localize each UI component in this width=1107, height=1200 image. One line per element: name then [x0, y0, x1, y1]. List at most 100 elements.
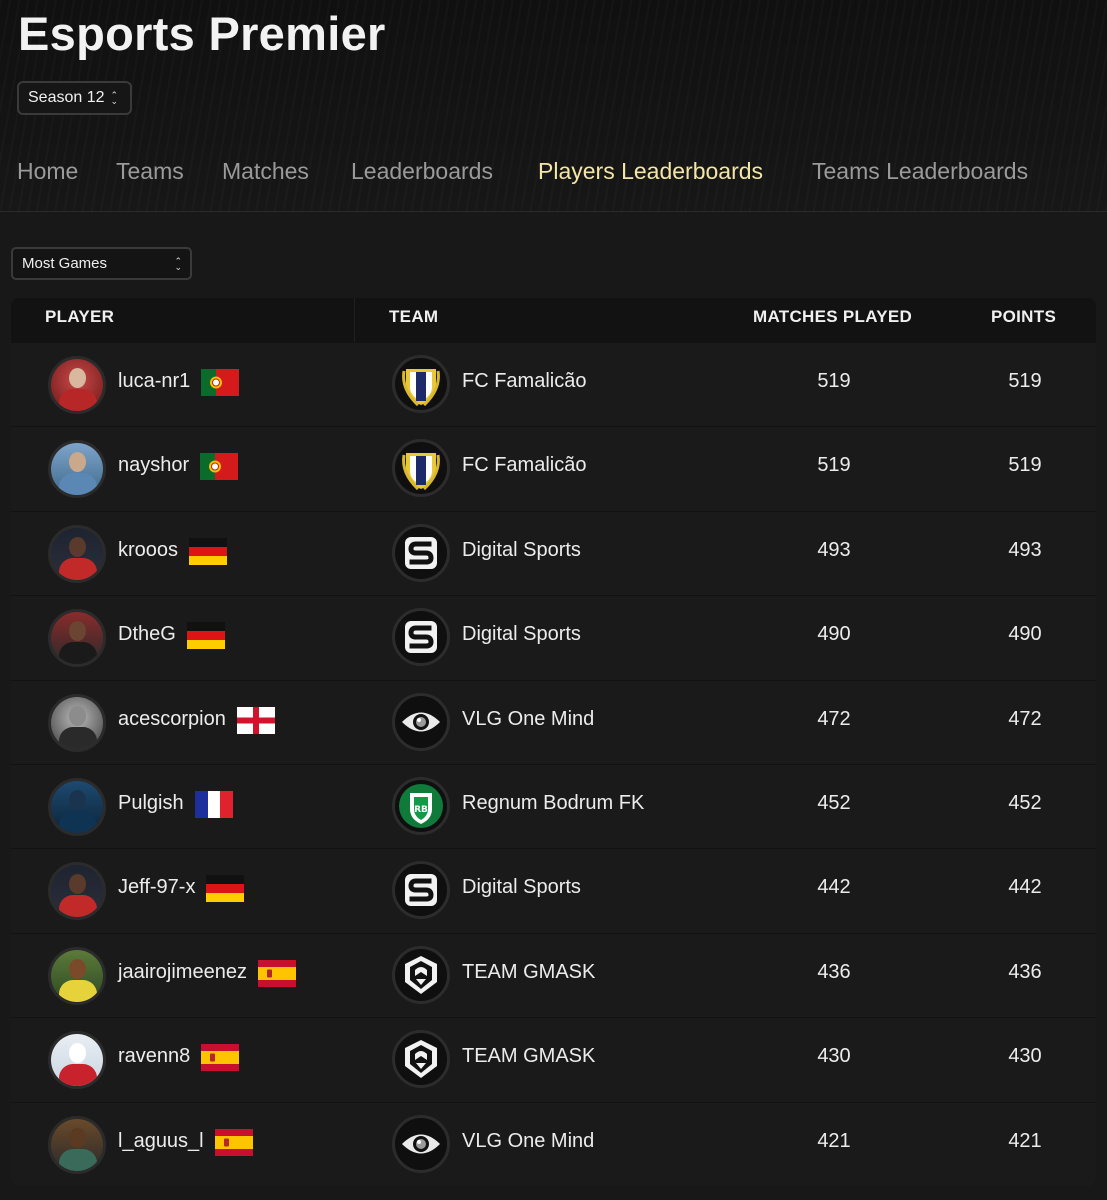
tab-teams[interactable]: Teams [116, 158, 184, 185]
points: 436 [1008, 960, 1042, 983]
england-flag [236, 706, 275, 734]
tab-players-leaderboards[interactable]: Players Leaderboards [538, 158, 763, 185]
portugal-flag [200, 453, 239, 481]
chevron-updown-icon: ⌃ ⌄ [174, 255, 182, 272]
season-select[interactable]: Season 12 ⌃ ⌄ [17, 81, 132, 115]
column-divider [354, 298, 355, 342]
team-name[interactable]: Digital Sports [462, 539, 581, 562]
table-row[interactable]: krooos Digital Sports 493 493 [11, 510, 1096, 596]
team-name[interactable]: VLG One Mind [462, 708, 594, 731]
player-name[interactable]: luca-nr1 [118, 370, 190, 393]
player-avatar [48, 946, 106, 1005]
spain-flag [257, 959, 296, 987]
matches-played: 490 [817, 623, 851, 646]
table-row[interactable]: DtheG Digital Sports 490 490 [11, 595, 1096, 680]
table-row[interactable]: ravenn8 TEAM GMASK 430 430 [11, 1017, 1096, 1102]
digital-sports-s-icon [392, 523, 450, 582]
matches-played: 493 [817, 538, 851, 561]
team-name[interactable]: Digital Sports [462, 876, 581, 899]
header-team[interactable]: TEAM [389, 307, 438, 327]
germany-flag [206, 875, 245, 903]
team-name[interactable]: TEAM GMASK [462, 961, 595, 984]
team-name[interactable]: TEAM GMASK [462, 1045, 595, 1068]
tab-leaderboards[interactable]: Leaderboards [351, 158, 493, 185]
famalicao-crest-icon [392, 439, 450, 498]
player-name[interactable]: ravenn8 [118, 1045, 190, 1068]
matches-played: 430 [817, 1045, 851, 1068]
player-avatar [48, 524, 106, 583]
team-name[interactable]: FC Famalicão [462, 454, 586, 477]
player-name[interactable]: Pulgish [118, 792, 184, 815]
player-avatar [48, 862, 106, 921]
matches-played: 442 [817, 876, 851, 899]
team-name[interactable]: VLG One Mind [462, 1130, 594, 1153]
table-row[interactable]: nayshor FC Famalicão 519 519 [11, 426, 1096, 511]
points: 442 [1008, 876, 1042, 899]
player-avatar [48, 609, 106, 668]
main-nav: Home Teams Matches Leaderboards Players … [0, 158, 1107, 194]
tab-home[interactable]: Home [17, 158, 78, 185]
gmask-mask-icon [392, 1030, 450, 1089]
table-row[interactable]: jaairojimeenez TEAM GMASK 436 436 [11, 932, 1096, 1018]
player-avatar [48, 1115, 106, 1174]
header-points[interactable]: POINTS [991, 307, 1056, 327]
points: 430 [1008, 1045, 1042, 1068]
player-name[interactable]: jaairojimeenez [118, 961, 247, 984]
points: 452 [1008, 791, 1042, 814]
germany-flag [186, 622, 225, 650]
table-row[interactable]: Pulgish RB Regnum Bodrum FK 452 452 [11, 763, 1096, 849]
season-select-label: Season 12 [28, 89, 105, 106]
header-player[interactable]: PLAYER [45, 307, 114, 327]
matches-played: 436 [817, 960, 851, 983]
points: 519 [1008, 370, 1042, 392]
table-body: luca-nr1 FC Famalicão 519 519 nayshor FC… [11, 342, 1096, 1186]
player-avatar [48, 356, 106, 414]
player-avatar [48, 1031, 106, 1090]
table-row[interactable]: acescorpion VLG One Mind 472 472 [11, 679, 1096, 764]
points: 519 [1008, 454, 1042, 477]
gmask-mask-icon [392, 945, 450, 1004]
vlg-eye-icon [392, 1114, 450, 1173]
table-row[interactable]: Jeff-97-x Digital Sports 442 442 [11, 848, 1096, 933]
page-header: Esports Premier Season 12 ⌃ ⌄ Home Teams … [0, 0, 1107, 212]
sort-select[interactable]: Most Games ⌃ ⌄ [11, 247, 192, 280]
svg-text:RB: RB [414, 805, 428, 815]
bodrum-shield-icon: RB [392, 776, 450, 835]
team-name[interactable]: Regnum Bodrum FK [462, 792, 644, 815]
player-name[interactable]: krooos [118, 539, 178, 562]
player-avatar [48, 777, 106, 836]
digital-sports-s-icon [392, 608, 450, 667]
famalicao-crest-icon [392, 355, 450, 413]
players-leaderboard-table: PLAYER TEAM MATCHES PLAYED POINTS luca-n… [11, 298, 1096, 1186]
germany-flag [189, 537, 228, 565]
matches-played: 472 [817, 707, 851, 730]
points: 472 [1008, 707, 1042, 730]
player-name[interactable]: l_aguus_l [118, 1130, 204, 1153]
matches-played: 452 [817, 791, 851, 814]
player-avatar [48, 693, 106, 752]
tab-teams-leaderboards[interactable]: Teams Leaderboards [812, 158, 1028, 185]
digital-sports-s-icon [392, 861, 450, 920]
team-name[interactable]: Digital Sports [462, 623, 581, 646]
table-row[interactable]: l_aguus_l VLG One Mind 421 421 [11, 1101, 1096, 1186]
portugal-flag [201, 369, 240, 396]
france-flag [194, 790, 233, 818]
table-row[interactable]: luca-nr1 FC Famalicão 519 519 [11, 342, 1096, 427]
tab-matches[interactable]: Matches [222, 158, 309, 185]
team-name[interactable]: FC Famalicão [462, 370, 586, 393]
player-name[interactable]: acescorpion [118, 708, 226, 731]
points: 490 [1008, 623, 1042, 646]
chevron-updown-icon: ⌃ ⌄ [110, 90, 119, 106]
player-avatar [48, 440, 106, 499]
player-name[interactable]: nayshor [118, 454, 189, 477]
app-title: Esports Premier [18, 7, 386, 60]
player-name[interactable]: DtheG [118, 623, 176, 646]
player-name[interactable]: Jeff-97-x [118, 876, 195, 899]
sort-select-label: Most Games [22, 255, 108, 272]
points: 421 [1008, 1129, 1042, 1152]
vlg-eye-icon [392, 692, 450, 751]
matches-played: 519 [817, 454, 851, 477]
header-matches-played[interactable]: MATCHES PLAYED [753, 307, 912, 327]
matches-played: 421 [817, 1129, 851, 1152]
table-header: PLAYER TEAM MATCHES PLAYED POINTS [11, 298, 1096, 342]
